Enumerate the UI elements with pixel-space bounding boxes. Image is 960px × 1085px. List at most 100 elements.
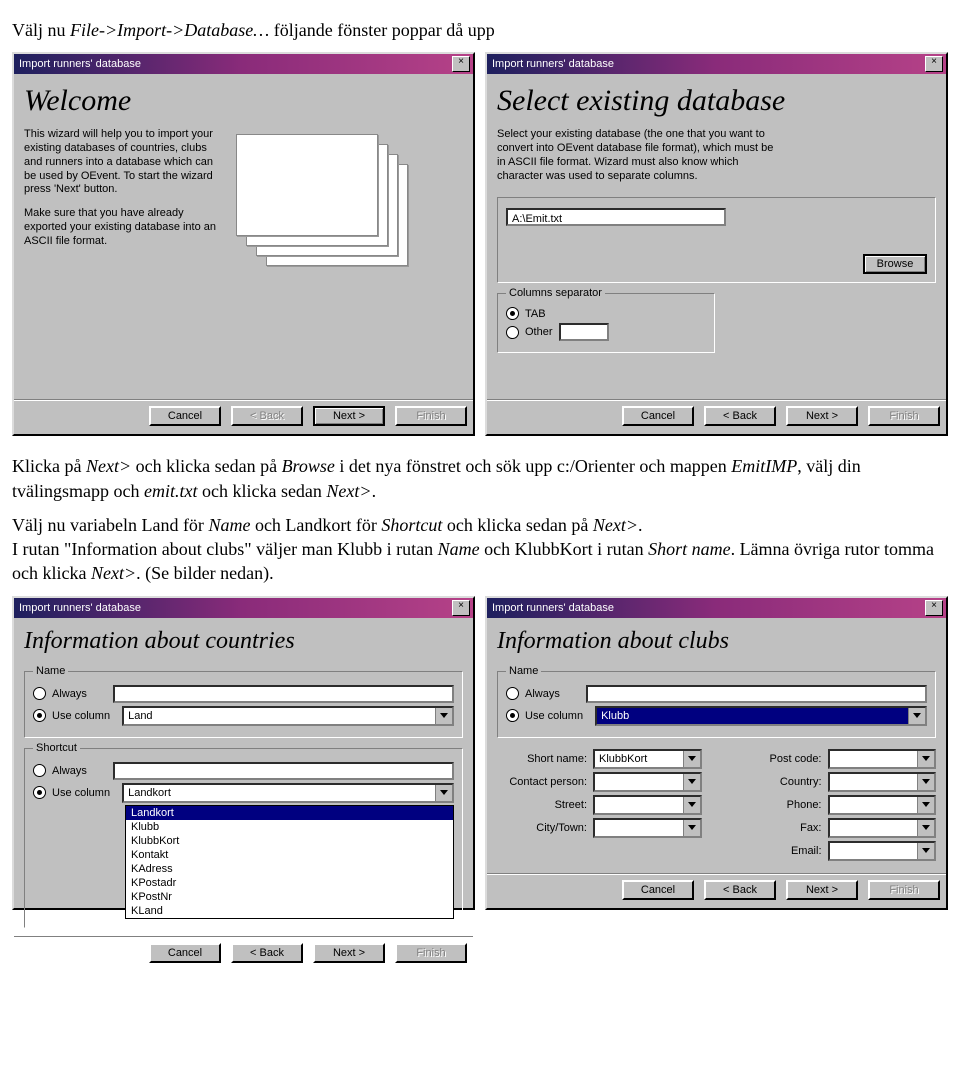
tab-radio[interactable] — [506, 307, 519, 320]
label-postcode: Post code: — [732, 753, 822, 765]
other-separator-input[interactable] — [559, 323, 609, 341]
path-groupbox: A:\Emit.txt Browse — [497, 197, 936, 283]
close-icon[interactable]: × — [925, 600, 943, 616]
cancel-button[interactable]: Cancel — [149, 943, 221, 963]
radio-label: Always — [52, 688, 87, 700]
chevron-down-icon[interactable] — [908, 708, 925, 724]
other-radio[interactable] — [506, 326, 519, 339]
postcode-combo[interactable] — [828, 749, 937, 769]
cancel-button[interactable]: Cancel — [622, 880, 694, 900]
wizard-description-2: Make sure that you have already exported… — [24, 207, 224, 248]
radio-label: Always — [525, 688, 560, 700]
browse-button[interactable]: Browse — [863, 254, 927, 274]
wizard-description: Select your existing database (the one t… — [497, 128, 777, 183]
use-column-radio[interactable] — [506, 709, 519, 722]
cancel-button[interactable]: Cancel — [149, 406, 221, 426]
info-countries-dialog: Import runners' database × Information a… — [12, 596, 475, 910]
info-clubs-dialog: Import runners' database × Information a… — [485, 596, 948, 910]
chevron-down-icon[interactable] — [917, 843, 934, 859]
always-radio[interactable] — [33, 687, 46, 700]
close-icon[interactable]: × — [452, 600, 470, 616]
list-item[interactable]: Kontakt — [126, 848, 453, 862]
list-item[interactable]: KPostNr — [126, 890, 453, 904]
dialog-row-1: Import runners' database × Welcome This … — [12, 52, 948, 436]
use-column-radio[interactable] — [33, 786, 46, 799]
dialog-row-2: Import runners' database × Information a… — [12, 596, 948, 910]
chevron-down-icon[interactable] — [683, 751, 700, 767]
radio-label: TAB — [525, 308, 546, 320]
next-button[interactable]: Next > — [313, 943, 385, 963]
label-contact: Contact person: — [497, 776, 587, 788]
instructions-paragraph-2: Välj nu variabeln Land för Name och Land… — [12, 513, 948, 586]
stacked-pages-icon — [236, 134, 463, 284]
short-name-combo[interactable]: KlubbKort — [593, 749, 702, 769]
name-column-combo[interactable]: Klubb — [595, 706, 927, 726]
next-button[interactable]: Next > — [786, 406, 858, 426]
phone-combo[interactable] — [828, 795, 937, 815]
list-item[interactable]: KlubbKort — [126, 834, 453, 848]
always-radio[interactable] — [33, 764, 46, 777]
chevron-down-icon[interactable] — [435, 708, 452, 724]
finish-button[interactable]: Finish — [395, 943, 467, 963]
always-input[interactable] — [113, 762, 454, 780]
always-input[interactable] — [113, 685, 454, 703]
chevron-down-icon[interactable] — [917, 751, 934, 767]
chevron-down-icon[interactable] — [917, 774, 934, 790]
finish-button[interactable]: Finish — [868, 406, 940, 426]
email-combo[interactable] — [828, 841, 937, 861]
window-title: Import runners' database — [17, 58, 141, 70]
window-title: Import runners' database — [490, 602, 614, 614]
radio-label: Use column — [52, 710, 110, 722]
fax-combo[interactable] — [828, 818, 937, 838]
back-button[interactable]: < Back — [231, 943, 303, 963]
chevron-down-icon[interactable] — [917, 820, 934, 836]
next-button[interactable]: Next > — [313, 406, 385, 426]
close-icon[interactable]: × — [452, 56, 470, 72]
label-fax: Fax: — [732, 822, 822, 834]
file-path-field[interactable]: A:\Emit.txt — [506, 208, 726, 226]
country-combo[interactable] — [828, 772, 937, 792]
text: Välj nu — [12, 20, 70, 40]
use-column-radio[interactable] — [33, 709, 46, 722]
titlebar: Import runners' database × — [14, 598, 473, 618]
wizard-button-row: Cancel < Back Next > Finish — [14, 399, 473, 434]
label-street: Street: — [497, 799, 587, 811]
always-input[interactable] — [586, 685, 927, 703]
name-column-combo[interactable]: Land — [122, 706, 454, 726]
finish-button[interactable]: Finish — [395, 406, 467, 426]
list-item[interactable]: Landkort — [126, 806, 453, 820]
list-item[interactable]: Klubb — [126, 820, 453, 834]
city-combo[interactable] — [593, 818, 702, 838]
chevron-down-icon[interactable] — [917, 797, 934, 813]
instructions-paragraph-1: Klicka på Next> och klicka sedan på Brow… — [12, 454, 948, 503]
close-icon[interactable]: × — [925, 56, 943, 72]
wizard-description: This wizard will help you to import your… — [24, 128, 224, 197]
chevron-down-icon[interactable] — [683, 820, 700, 836]
finish-button[interactable]: Finish — [868, 880, 940, 900]
contact-combo[interactable] — [593, 772, 702, 792]
radio-label: Use column — [525, 710, 583, 722]
list-item[interactable]: KPostadr — [126, 876, 453, 890]
street-combo[interactable] — [593, 795, 702, 815]
chevron-down-icon[interactable] — [683, 774, 700, 790]
chevron-down-icon[interactable] — [435, 785, 452, 801]
next-button[interactable]: Next > — [786, 880, 858, 900]
shortcut-dropdown-list[interactable]: Landkort Klubb KlubbKort Kontakt KAdress… — [125, 805, 454, 919]
cancel-button[interactable]: Cancel — [622, 406, 694, 426]
back-button[interactable]: < Back — [231, 406, 303, 426]
wizard-button-row: Cancel < Back Next > Finish — [487, 399, 946, 434]
chevron-down-icon[interactable] — [683, 797, 700, 813]
always-radio[interactable] — [506, 687, 519, 700]
list-item[interactable]: KAdress — [126, 862, 453, 876]
wizard-heading: Select existing database — [497, 84, 936, 118]
intro-paragraph: Välj nu File->Import->Database… följande… — [12, 18, 948, 42]
list-item[interactable]: KLand — [126, 904, 453, 918]
back-button[interactable]: < Back — [704, 406, 776, 426]
back-button[interactable]: < Back — [704, 880, 776, 900]
label-city: City/Town: — [497, 822, 587, 834]
radio-label: Other — [525, 326, 553, 338]
wizard-heading: Welcome — [24, 84, 463, 118]
import-wizard-welcome-dialog: Import runners' database × Welcome This … — [12, 52, 475, 436]
wizard-button-row: Cancel < Back Next > Finish — [487, 873, 946, 908]
shortcut-column-combo[interactable]: Landkort — [122, 783, 454, 803]
